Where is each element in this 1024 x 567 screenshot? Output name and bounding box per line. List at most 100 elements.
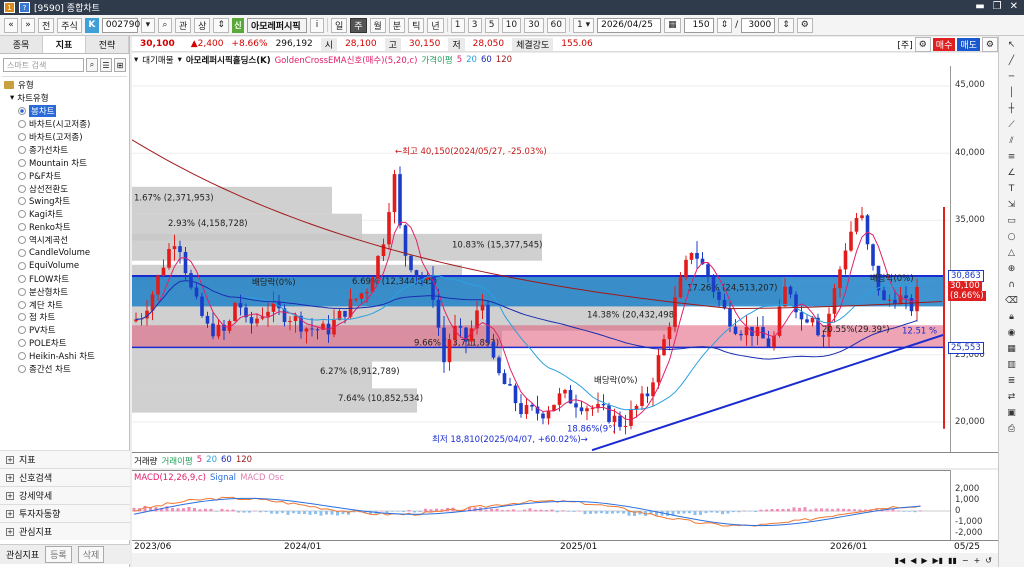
lock-icon[interactable]: 🔒︎ bbox=[1005, 310, 1019, 324]
calendar-icon[interactable]: ▦ bbox=[664, 17, 681, 33]
fibonacci-icon[interactable]: ≡ bbox=[1005, 150, 1019, 164]
info-icon[interactable]: i bbox=[309, 17, 324, 33]
eraser-icon[interactable]: ⌫ bbox=[1005, 294, 1019, 308]
radio-icon[interactable] bbox=[18, 274, 26, 283]
chart-type-item[interactable]: Swing차트 bbox=[4, 195, 125, 208]
date-input[interactable]: 2026/04/25 bbox=[597, 17, 662, 33]
radio-icon[interactable] bbox=[18, 326, 26, 335]
radio-icon[interactable] bbox=[18, 261, 26, 270]
tab-indicators[interactable]: 지표 bbox=[43, 36, 86, 53]
radio-icon[interactable] bbox=[18, 171, 26, 180]
minute-30[interactable]: 30 bbox=[524, 17, 544, 33]
legend-close-icon[interactable]: ▾ bbox=[134, 55, 138, 65]
radio-icon[interactable] bbox=[18, 223, 26, 232]
zoom-in-icon[interactable]: + bbox=[974, 556, 981, 565]
radio-icon[interactable] bbox=[18, 158, 26, 167]
smart-search-input[interactable]: 스마트 검색 bbox=[3, 58, 84, 72]
legend-signal[interactable]: GoldenCrossEMA신호(매수)(5,20,c) bbox=[275, 54, 418, 66]
legend-overlay[interactable]: 대기매물 bbox=[142, 54, 173, 66]
tree-group[interactable]: ▾ 차트유형 bbox=[4, 92, 125, 105]
spin-icon[interactable]: ⇕ bbox=[213, 17, 229, 33]
radio-icon[interactable] bbox=[18, 184, 26, 193]
radio-icon[interactable] bbox=[18, 287, 26, 296]
chart-type-item[interactable]: P&F차트 bbox=[4, 169, 125, 182]
period-week[interactable]: 주 bbox=[350, 17, 367, 33]
legend-ma[interactable]: 가격이평 bbox=[421, 54, 452, 66]
chart-type-item[interactable]: Mountain 차트 bbox=[4, 156, 125, 169]
panel-gear-icon[interactable]: ⚙ bbox=[981, 37, 998, 52]
volume-ma-label[interactable]: 거래이평 bbox=[161, 455, 192, 467]
period-year[interactable]: 년 bbox=[427, 17, 444, 33]
gear-icon[interactable]: ⚙ bbox=[796, 17, 813, 33]
section-strength[interactable]: + 강세약세 bbox=[0, 486, 130, 504]
zoom-icon[interactable]: ⊕ bbox=[1005, 262, 1019, 276]
cross-line-icon[interactable]: ┼ bbox=[1005, 102, 1019, 116]
trend-line-icon[interactable]: ⟋ bbox=[1005, 118, 1019, 132]
time-axis[interactable]: 2023/06 2024/01 2025/01 2026/01 05/25 bbox=[132, 540, 998, 553]
chart-type-item[interactable]: EquiVolume bbox=[4, 259, 125, 272]
radio-icon[interactable] bbox=[18, 133, 26, 141]
save-icon[interactable]: ▣ bbox=[1005, 406, 1019, 420]
price-axis[interactable]: 45,000 40,000 35,000 25,000 20,000 30,86… bbox=[948, 66, 998, 452]
buy-button[interactable]: 매수 bbox=[932, 38, 956, 51]
radio-icon[interactable] bbox=[18, 107, 26, 116]
radio-icon[interactable] bbox=[18, 210, 26, 219]
radio-icon[interactable] bbox=[18, 339, 26, 348]
nav-next-icon[interactable]: ▶ bbox=[921, 556, 927, 565]
chart-type-item[interactable]: 역시계곡선 bbox=[4, 234, 125, 247]
prev-arrows-icon[interactable]: « bbox=[4, 17, 18, 33]
chart-type-item[interactable]: FLOW차트 bbox=[4, 272, 125, 285]
all-button[interactable]: 전 bbox=[38, 17, 55, 33]
horizontal-line-icon[interactable]: ─ bbox=[1005, 70, 1019, 84]
chart-type-item[interactable]: Kagi차트 bbox=[4, 208, 125, 221]
reset-icon[interactable]: ↺ bbox=[985, 556, 992, 565]
nav-pause-icon[interactable]: ▮▮ bbox=[948, 556, 957, 565]
radio-icon[interactable] bbox=[18, 352, 26, 361]
period-day[interactable]: 일 bbox=[330, 17, 348, 33]
count-setting-icon[interactable]: ⇕ bbox=[778, 17, 794, 33]
zoom-out-icon[interactable]: − bbox=[962, 556, 969, 565]
compare-icon[interactable]: ⇄ bbox=[1005, 390, 1019, 404]
chart-type-item[interactable]: 봉차트 bbox=[4, 105, 125, 118]
nav-prev-icon[interactable]: ◀ bbox=[910, 556, 916, 565]
magnet-icon[interactable]: ∩ bbox=[1005, 278, 1019, 292]
period-tick[interactable]: 틱 bbox=[408, 17, 425, 33]
dropdown-icon[interactable]: ▾ bbox=[140, 17, 155, 33]
count-input[interactable]: 150 bbox=[683, 17, 714, 33]
period-month[interactable]: 월 bbox=[369, 17, 386, 33]
register-button[interactable]: 등록 bbox=[45, 546, 72, 563]
list-view-icon[interactable]: ☰ bbox=[100, 58, 112, 72]
tab-stocks[interactable]: 종목 bbox=[0, 36, 43, 53]
cursor-icon[interactable]: ↖ bbox=[1005, 38, 1019, 52]
macd-signal-label[interactable]: Signal bbox=[210, 473, 236, 483]
chart-type-item[interactable]: 바차트(시고저종) bbox=[4, 118, 125, 131]
search-icon[interactable]: ⌕ bbox=[157, 17, 172, 33]
legend-close-icon[interactable]: ▾ bbox=[178, 55, 182, 65]
section-signal-search[interactable]: + 신호검색 bbox=[0, 468, 130, 486]
circle-icon[interactable]: ○ bbox=[1005, 230, 1019, 244]
tree-section-type[interactable]: 유형 bbox=[4, 79, 125, 92]
minimize-button[interactable]: ▬ bbox=[975, 1, 984, 12]
sell-button[interactable]: 매도 bbox=[957, 38, 980, 51]
close-button[interactable]: ✕ bbox=[1010, 1, 1018, 12]
tab-strategy[interactable]: 전략 bbox=[86, 36, 129, 53]
minute-10[interactable]: 10 bbox=[501, 17, 522, 33]
radio-icon[interactable] bbox=[18, 145, 26, 154]
macd-label[interactable]: MACD(12,26,9,c) bbox=[134, 473, 206, 483]
chart-type-item[interactable]: PV차트 bbox=[4, 324, 125, 337]
search-icon[interactable]: ⌕ bbox=[86, 58, 98, 72]
radio-icon[interactable] bbox=[18, 313, 26, 322]
radio-icon[interactable] bbox=[18, 197, 26, 206]
price-chart[interactable]: 1.67% (2,371,953) 2.93% (4,158,728) 10.83%… bbox=[131, 66, 950, 452]
radio-icon[interactable] bbox=[18, 249, 26, 258]
macd-osc-label[interactable]: MACD Osc bbox=[240, 473, 284, 483]
volume-panel[interactable]: 거래량 거래이평 5 20 60 120 bbox=[132, 452, 998, 468]
radio-icon[interactable] bbox=[18, 300, 26, 309]
chart-type-item[interactable]: 종가선차트 bbox=[4, 143, 125, 156]
minute-60[interactable]: 60 bbox=[546, 17, 566, 33]
angle-icon[interactable]: ∠ bbox=[1005, 166, 1019, 180]
layers-icon[interactable]: ≣ bbox=[1005, 374, 1019, 388]
minute-3[interactable]: 3 bbox=[467, 17, 482, 33]
eye-icon[interactable]: ◉ bbox=[1005, 326, 1019, 340]
stock-code-input[interactable]: 002790 bbox=[101, 17, 140, 33]
